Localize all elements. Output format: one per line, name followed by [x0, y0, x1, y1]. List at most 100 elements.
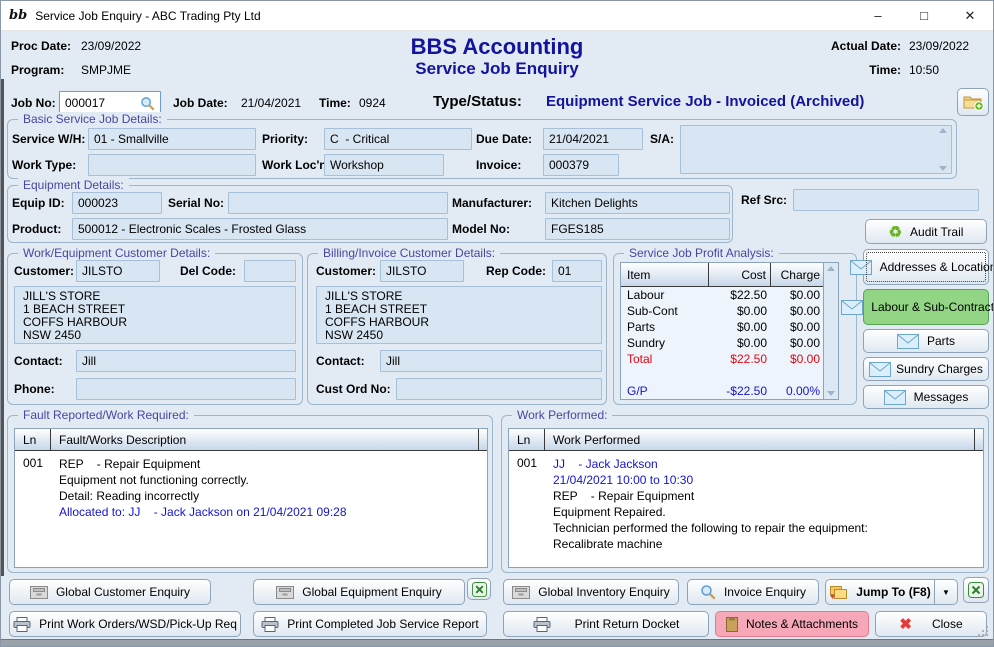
product-field[interactable]: 500012 - Electronic Scales - Frosted Gla…	[72, 218, 448, 240]
del-code-field[interactable]	[244, 260, 296, 282]
fault-col-desc: Fault/Works Description	[51, 429, 478, 450]
profit-row-blank	[621, 367, 838, 383]
labour-subcontractors-button[interactable]: Labour & Sub-Contractors	[863, 289, 989, 325]
invoice-enquiry-button[interactable]: Invoice Enquiry	[687, 579, 819, 605]
due-date-field[interactable]: 21/04/2021	[543, 128, 643, 150]
jump-to-button[interactable]: Jump To (F8)	[825, 579, 935, 605]
app-subtitle: Service Job Enquiry	[1, 59, 993, 79]
work-customer-address[interactable]: JILL'S STORE 1 BEACH STREET COFFS HARBOU…	[14, 286, 296, 344]
profit-row-labour: Labour$22.50$0.00	[621, 287, 838, 303]
audit-trail-button[interactable]: ♻ Audit Trail	[865, 219, 987, 244]
maximize-button[interactable]: □	[901, 1, 947, 30]
job-time-value: 0924	[359, 96, 386, 110]
export-excel-button-2[interactable]	[963, 577, 989, 603]
invoice-field[interactable]: 000379	[543, 154, 619, 176]
work-performed-header: Ln Work Performed	[509, 429, 983, 451]
export-excel-button[interactable]	[467, 578, 491, 600]
global-customer-enquiry-button[interactable]: Global Customer Enquiry	[9, 579, 211, 605]
work-performed-row[interactable]: 001 JJ - Jack Jackson 21/04/2021 10:00 t…	[509, 451, 983, 552]
fault-reported-group: Fault Reported/Work Required: Ln Fault/W…	[7, 415, 493, 573]
cust-ord-no-field[interactable]	[396, 378, 602, 400]
scroll-up-icon[interactable]	[827, 266, 835, 271]
global-inventory-enquiry-label: Global Inventory Enquiry	[538, 585, 669, 599]
work-customer-field[interactable]: JILSTO	[76, 260, 160, 282]
close-button[interactable]: ✖ Close	[875, 611, 987, 637]
work-col-desc: Work Performed	[545, 429, 974, 450]
billing-customer-address[interactable]: JILL'S STORE 1 BEACH STREET COFFS HARBOU…	[316, 286, 602, 344]
profit-col-item: Item	[621, 263, 709, 286]
service-wh-field[interactable]: 01 - Smallville	[88, 128, 256, 150]
profit-row-subcont: Sub-Cont$0.00$0.00	[621, 303, 838, 319]
print-work-orders-button[interactable]: Print Work Orders/WSD/Pick-Up Req	[9, 611, 241, 637]
global-equipment-enquiry-button[interactable]: Global Equipment Enquiry	[253, 579, 465, 605]
work-scrollbar[interactable]	[974, 429, 983, 450]
cust-ord-no-label: Cust Ord No:	[316, 382, 391, 396]
background-window-edge	[1, 79, 4, 576]
billing-customer-label: Customer:	[316, 264, 376, 278]
messages-button[interactable]: Messages	[863, 385, 989, 409]
notes-attachments-button[interactable]: Notes & Attachments	[715, 611, 869, 637]
work-locn-label: Work Loc'n:	[262, 158, 331, 172]
fault-line: Detail: Reading incorrectly	[59, 488, 487, 504]
work-locn-field[interactable]: Workshop	[324, 154, 444, 176]
profit-row-total: Total$22.50$0.00	[621, 351, 838, 367]
fault-table-header: Ln Fault/Works Description	[15, 429, 487, 451]
sa-field[interactable]	[680, 125, 952, 174]
invoice-label: Invoice:	[476, 158, 521, 172]
priority-label: Priority:	[262, 132, 308, 146]
profit-analysis-table: Item Cost Charge Labour$22.50$0.00 Sub-C…	[620, 262, 839, 400]
fault-line: REP - Repair Equipment	[59, 456, 487, 472]
search-icon[interactable]	[140, 96, 155, 111]
profit-scrollbar[interactable]	[823, 263, 838, 399]
scroll-down-icon[interactable]	[939, 166, 947, 171]
scroll-down-icon[interactable]	[827, 391, 835, 396]
print-work-orders-label: Print Work Orders/WSD/Pick-Up Req	[39, 617, 237, 631]
basic-service-job-details-group: Basic Service Job Details: Service W/H: …	[7, 119, 957, 179]
profit-col-charge: Charge	[771, 263, 824, 286]
sundry-charges-button[interactable]: Sundry Charges	[863, 357, 989, 381]
equip-id-field[interactable]: 000023	[72, 192, 162, 214]
notepad-icon	[726, 617, 738, 632]
global-inventory-enquiry-button[interactable]: Global Inventory Enquiry	[503, 579, 679, 605]
work-performed-title: Work Performed:	[512, 408, 612, 422]
print-completed-report-button[interactable]: Print Completed Job Service Report	[253, 611, 487, 637]
messages-label: Messages	[914, 390, 969, 404]
open-job-button[interactable]	[957, 88, 989, 116]
fault-row[interactable]: 001 REP - Repair Equipment Equipment not…	[15, 451, 487, 520]
priority-field[interactable]: C - Critical	[324, 128, 472, 150]
model-no-field[interactable]: FGES185	[545, 218, 730, 240]
work-customer-group: Work/Equipment Customer Details: Custome…	[7, 253, 303, 405]
work-performed-group: Work Performed: Ln Work Performed 001 JJ…	[501, 415, 989, 573]
billing-contact-field[interactable]: Jill	[380, 350, 602, 372]
envelope-icon	[841, 300, 863, 315]
work-contact-label: Contact:	[14, 354, 63, 368]
work-contact-field[interactable]: Jill	[76, 350, 296, 372]
scroll-up-icon[interactable]	[939, 128, 947, 133]
profit-analysis-title: Service Job Profit Analysis:	[624, 246, 779, 260]
resize-grip[interactable]	[977, 625, 989, 637]
manufacturer-field[interactable]: Kitchen Delights	[545, 192, 730, 214]
parts-button[interactable]: Parts	[863, 329, 989, 353]
printer-icon	[261, 617, 279, 632]
work-line: Technician performed the following to re…	[553, 520, 983, 536]
work-type-field[interactable]	[88, 154, 256, 176]
phone-field[interactable]	[76, 378, 296, 400]
serial-no-field[interactable]	[228, 192, 448, 214]
addresses-locations-button[interactable]: Addresses & Locations	[863, 249, 989, 285]
rep-code-field[interactable]: 01	[552, 260, 602, 282]
job-date-label: Job Date:	[173, 96, 228, 110]
fault-line: Equipment not functioning correctly.	[59, 472, 487, 488]
equipment-group-title: Equipment Details:	[18, 178, 129, 192]
billing-customer-group: Billing/Invoice Customer Details: Custom…	[307, 253, 607, 405]
sa-scrollbar[interactable]	[937, 128, 949, 171]
close-window-button[interactable]: ✕	[947, 1, 993, 30]
jump-to-dropdown-button[interactable]: ▼	[934, 579, 958, 605]
profit-col-cost: Cost	[709, 263, 771, 286]
fault-scrollbar[interactable]	[478, 429, 487, 450]
sundry-charges-label: Sundry Charges	[896, 362, 983, 376]
fault-allocated-line: Allocated to: JJ - Jack Jackson on 21/04…	[59, 504, 487, 520]
print-return-docket-button[interactable]: Print Return Docket	[503, 611, 709, 637]
billing-customer-field[interactable]: JILSTO	[380, 260, 464, 282]
minimize-button[interactable]: –	[855, 1, 901, 30]
ref-src-field[interactable]	[793, 189, 979, 211]
